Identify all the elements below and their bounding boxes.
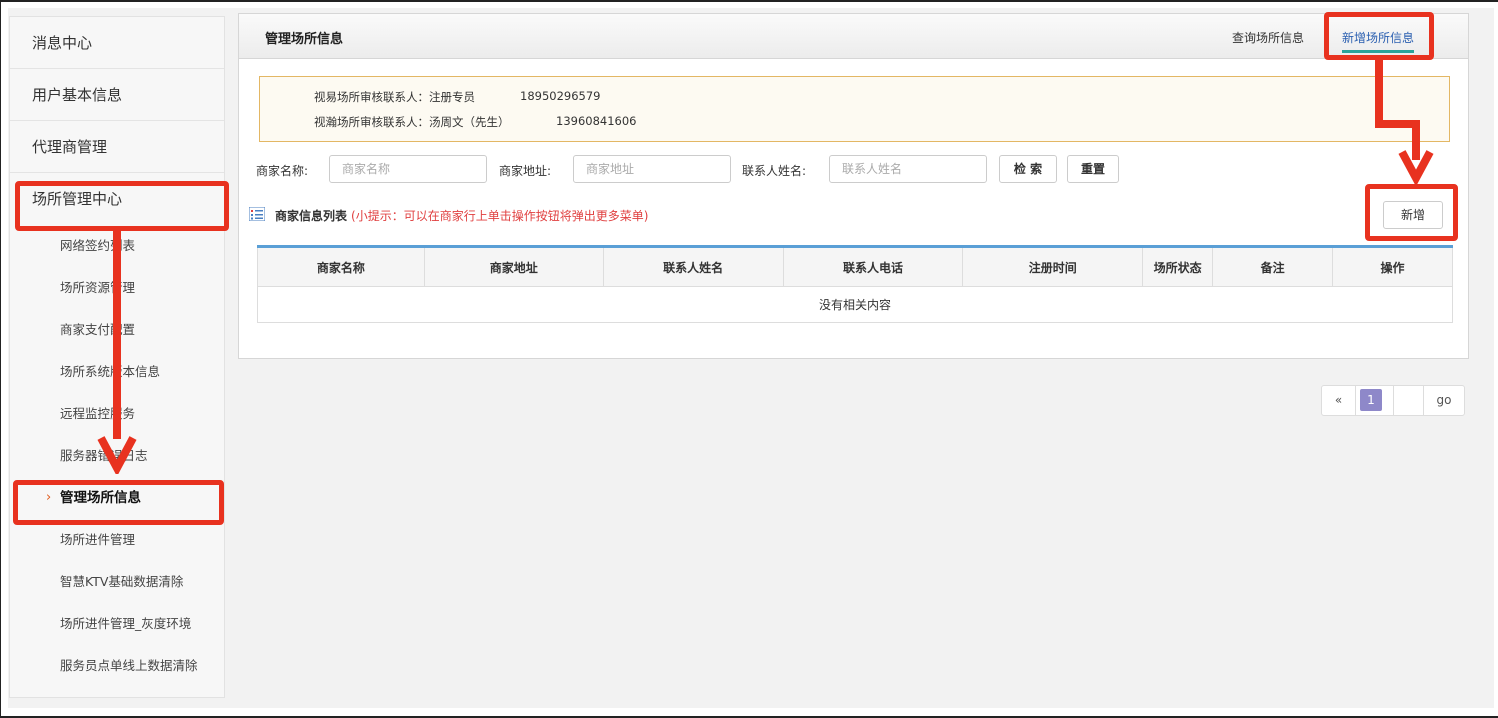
contact-name-input[interactable] — [829, 155, 987, 183]
tab-query-venue[interactable]: 查询场所信息 — [1232, 29, 1304, 46]
sidebar-subitem-waiter-order-clear[interactable]: 服务员点单线上数据清除 — [10, 645, 224, 687]
prev-page-button[interactable]: « — [1322, 386, 1356, 415]
column-header[interactable]: 联系人姓名 — [602, 246, 784, 287]
column-header[interactable]: 注册时间 — [962, 246, 1144, 287]
merchant-address-label: 商家地址: — [499, 164, 552, 178]
pagination: « 1 go — [1321, 385, 1465, 416]
highlight-manage-venue — [13, 480, 224, 525]
sidebar-subitem-ktv-data-clear[interactable]: 智慧KTV基础数据清除 — [10, 561, 224, 603]
main-panel: 管理场所信息 查询场所信息 新增场所信息 视易场所审核联系人：注册专员 1895… — [238, 13, 1469, 359]
arrow-shaft — [113, 231, 121, 439]
highlight-add-button — [1365, 184, 1458, 241]
notice-contact-phone: 18950296579 — [520, 89, 601, 103]
list-title: 商家信息列表 — [275, 209, 348, 223]
highlight-add-tab — [1324, 12, 1434, 60]
search-bar: 商家名称: 商家地址: 联系人姓名: 检 索 重置 — [239, 154, 1468, 186]
notice-contact-phone: 13960841606 — [556, 114, 637, 128]
notice-contact-label: 视易场所审核联系人：注册专员 — [314, 90, 475, 104]
go-button[interactable]: go — [1424, 386, 1464, 415]
highlight-venue-center — [15, 181, 229, 231]
column-header[interactable]: 商家地址 — [423, 246, 604, 287]
notice-contact-label: 视瀚场所审核联系人：汤周文（先生） — [314, 115, 510, 129]
page-1-wrapper: 1 — [1356, 386, 1394, 415]
page-number-input[interactable] — [1394, 386, 1424, 415]
arrow-down-icon — [97, 436, 137, 474]
merchant-table: 商家名称 商家地址 联系人姓名 联系人电话 注册时间 场所状态 备注 操作 没有… — [257, 245, 1453, 323]
table-row: 没有相关内容 — [257, 286, 1453, 323]
contact-notice: 视易场所审核联系人：注册专员 18950296579 视瀚场所审核联系人：汤周文… — [259, 76, 1450, 142]
column-header[interactable]: 场所状态 — [1142, 246, 1214, 287]
list-heading: 商家信息列表 (小提示：可以在商家行上单击操作按钮将弹出更多菜单) — [275, 207, 648, 224]
notice-line-1: 视易场所审核联系人：注册专员 18950296579 — [314, 89, 600, 105]
empty-message: 没有相关内容 — [257, 286, 1453, 323]
page-1-button[interactable]: 1 — [1360, 389, 1382, 411]
search-button[interactable]: 检 索 — [999, 155, 1057, 183]
table-header-row: 商家名称 商家地址 联系人姓名 联系人电话 注册时间 场所状态 备注 操作 — [257, 246, 1453, 287]
merchant-name-input[interactable] — [329, 155, 487, 183]
column-header[interactable]: 联系人电话 — [782, 246, 964, 287]
sidebar-subitem-venue-onboarding[interactable]: 场所进件管理 — [10, 519, 224, 561]
list-hint: (小提示：可以在商家行上单击操作按钮将弹出更多菜单) — [351, 209, 649, 223]
sidebar-item-message-center[interactable]: 消息中心 — [10, 17, 224, 69]
column-header[interactable]: 备注 — [1212, 246, 1334, 287]
merchant-name-label: 商家名称: — [256, 164, 309, 178]
column-header[interactable]: 操作 — [1332, 246, 1453, 287]
sidebar-item-agent-management[interactable]: 代理商管理 — [10, 121, 224, 173]
arrow-shaft — [1375, 60, 1383, 126]
notice-line-2: 视瀚场所审核联系人：汤周文（先生） 13960841606 — [314, 114, 636, 130]
reset-button[interactable]: 重置 — [1067, 155, 1119, 183]
contact-name-label: 联系人姓名: — [742, 164, 807, 178]
list-icon — [249, 207, 265, 221]
page-title: 管理场所信息 — [265, 32, 344, 47]
arrow-down-icon — [1398, 150, 1434, 184]
column-header[interactable]: 商家名称 — [257, 246, 425, 287]
panel-header: 管理场所信息 查询场所信息 新增场所信息 — [239, 14, 1468, 59]
sidebar-item-user-info[interactable]: 用户基本信息 — [10, 69, 224, 121]
sidebar-subitem-onboarding-gray[interactable]: 场所进件管理_灰度环境 — [10, 603, 224, 645]
merchant-address-input[interactable] — [573, 155, 731, 183]
